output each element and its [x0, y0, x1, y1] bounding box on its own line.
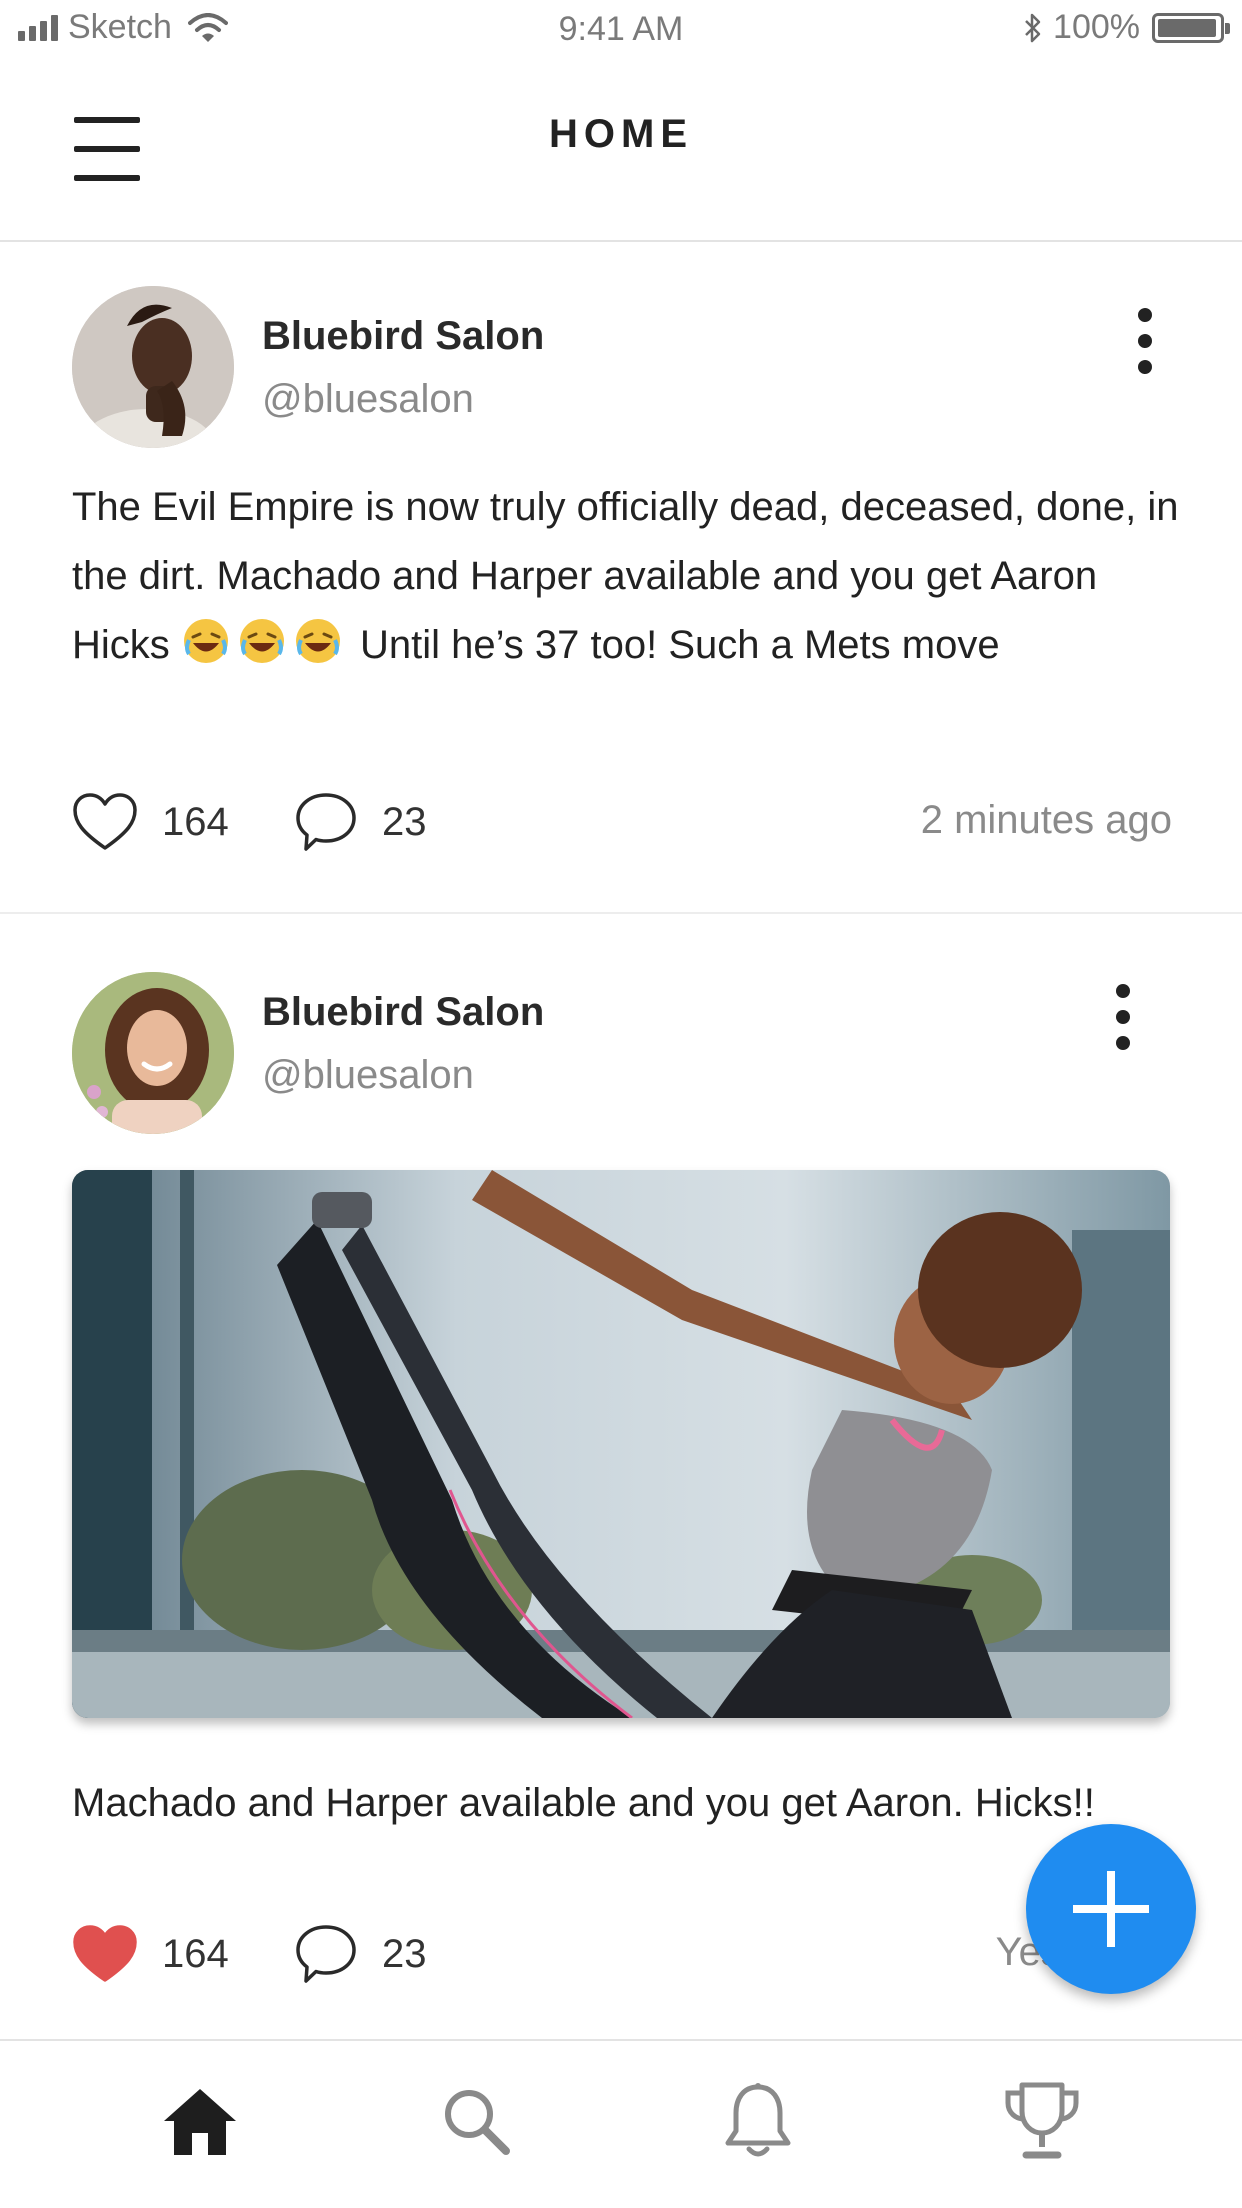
author-name[interactable]: Bluebird Salon: [262, 314, 544, 359]
comment-icon: [296, 1925, 356, 1983]
home-icon: [164, 2089, 236, 2155]
post-actions: 164 23 Yesterday: [72, 1914, 1172, 1994]
new-post-button[interactable]: [1026, 1824, 1196, 1994]
trophy-icon: [1005, 2082, 1079, 2159]
more-options-icon[interactable]: [1126, 308, 1166, 378]
author-name[interactable]: Bluebird Salon: [262, 990, 544, 1035]
post-image[interactable]: [72, 1170, 1170, 1718]
author-handle[interactable]: @bluesalon: [262, 1053, 474, 1098]
comment-count: 23: [382, 1931, 427, 1976]
bluetooth-icon: [1025, 13, 1041, 42]
post-actions: 164 23 2 minutes ago: [72, 782, 1172, 862]
comment-button[interactable]: 23: [294, 782, 427, 862]
post-timestamp: 2 minutes ago: [920, 798, 1172, 842]
post-text-part: Until he’s 37 too! Such a Mets move: [348, 623, 1000, 667]
laughing-emoji-icon: [295, 619, 340, 663]
page-title: HOME: [549, 112, 693, 156]
battery-percent: 100%: [1053, 8, 1140, 46]
search-icon: [445, 2090, 510, 2155]
more-options-icon[interactable]: [1104, 984, 1144, 1054]
tab-home[interactable]: [150, 2071, 250, 2171]
like-button[interactable]: 164: [72, 1914, 229, 1994]
tab-trophy[interactable]: [992, 2071, 1092, 2171]
tab-notifications[interactable]: [708, 2071, 808, 2171]
author-avatar[interactable]: [72, 286, 234, 448]
nav-bar: HOME: [0, 62, 1242, 242]
comment-button[interactable]: 23: [294, 1914, 427, 1994]
author-handle[interactable]: @bluesalon: [262, 377, 474, 422]
like-count: 164: [162, 1931, 229, 1976]
like-count: 164: [162, 799, 229, 844]
comment-count: 23: [382, 799, 427, 844]
author-avatar[interactable]: [72, 972, 234, 1134]
tab-search[interactable]: [426, 2071, 526, 2171]
bell-icon: [725, 2083, 791, 2157]
post-text: The Evil Empire is now truly officially …: [72, 473, 1182, 680]
laughing-emoji-icon: [183, 619, 228, 663]
heart-outline-icon: [73, 793, 137, 850]
laughing-emoji-icon: [239, 619, 284, 663]
heart-filled-icon: [73, 1925, 137, 1982]
battery-icon: [1152, 12, 1230, 43]
status-bar: Sketch 9:41 AM 100%: [0, 0, 1242, 62]
post-text: Machado and Harper available and you get…: [72, 1781, 1095, 1825]
like-button[interactable]: 164: [72, 782, 229, 862]
post-card: Bluebird Salon @bluesalon The Evil Empir…: [0, 242, 1242, 914]
comment-icon: [296, 793, 356, 851]
status-right: 100%: [1023, 8, 1230, 47]
tab-bar: [0, 2041, 1242, 2208]
